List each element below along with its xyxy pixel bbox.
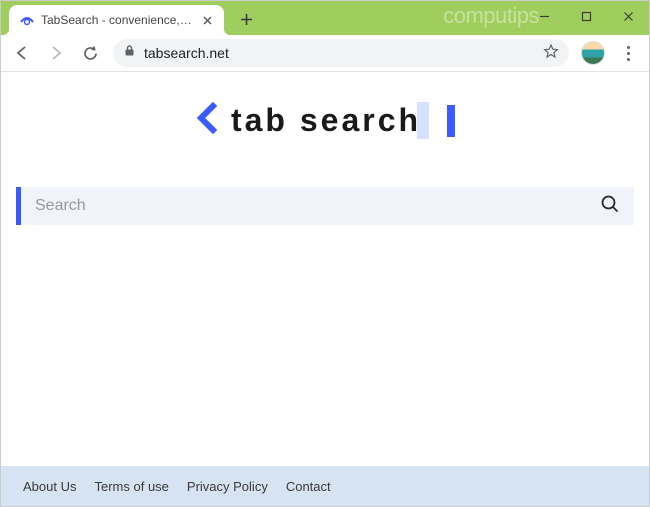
footer-link-about[interactable]: About Us — [23, 479, 76, 494]
cursor-icon — [447, 105, 455, 137]
profile-avatar[interactable] — [581, 41, 605, 65]
footer-link-terms[interactable]: Terms of use — [94, 479, 168, 494]
search-input[interactable] — [35, 197, 600, 215]
lock-icon — [123, 44, 136, 62]
footer: About Us Terms of use Privacy Policy Con… — [1, 466, 649, 506]
tab-close-button[interactable] — [201, 12, 214, 28]
address-bar[interactable]: tabsearch.net — [113, 39, 569, 67]
logo: tab search — [1, 72, 649, 139]
bookmark-icon[interactable] — [543, 43, 559, 64]
chevron-left-icon — [195, 102, 219, 139]
search-icon[interactable] — [600, 194, 620, 219]
browser-menu-button[interactable] — [613, 38, 643, 68]
new-tab-button[interactable] — [232, 5, 260, 33]
reload-button[interactable] — [75, 38, 105, 68]
back-button[interactable] — [7, 38, 37, 68]
footer-link-privacy[interactable]: Privacy Policy — [187, 479, 268, 494]
window-controls — [523, 1, 649, 31]
search-box[interactable] — [16, 187, 634, 225]
forward-button[interactable] — [41, 38, 71, 68]
maximize-button[interactable] — [565, 1, 607, 31]
close-window-button[interactable] — [607, 1, 649, 31]
footer-link-contact[interactable]: Contact — [286, 479, 331, 494]
browser-tab[interactable]: TabSearch - convenience, accura — [9, 5, 224, 35]
minimize-button[interactable] — [523, 1, 565, 31]
logo-text: tab search — [231, 102, 429, 139]
url-text: tabsearch.net — [144, 45, 535, 61]
tab-title: TabSearch - convenience, accura — [41, 13, 195, 27]
tab-favicon — [19, 12, 35, 28]
browser-toolbar: tabsearch.net — [1, 35, 649, 72]
page-content: tab search — [1, 72, 649, 466]
titlebar: computips TabSearch - convenience, accur… — [1, 1, 649, 35]
